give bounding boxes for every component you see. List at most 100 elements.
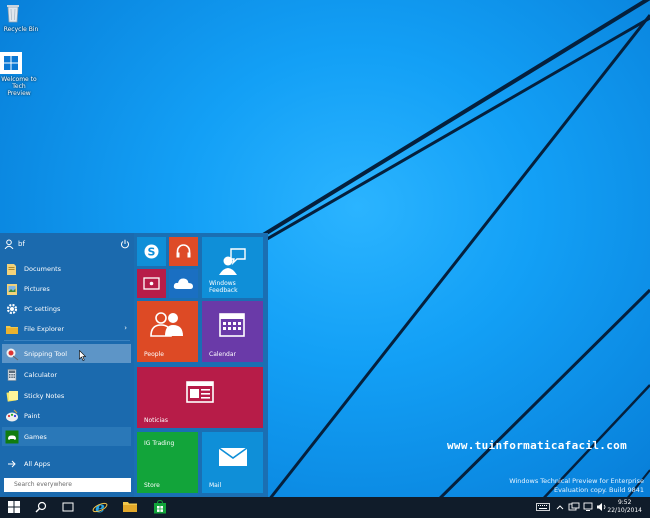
tile-people[interactable]: People bbox=[137, 301, 198, 362]
tile-calendar[interactable]: Calendar bbox=[202, 301, 263, 362]
tile-noticias[interactable]: Noticias bbox=[137, 367, 263, 428]
all-apps-button[interactable]: All Apps bbox=[2, 454, 131, 473]
video-icon bbox=[142, 275, 161, 294]
svg-text:S: S bbox=[148, 246, 156, 259]
documents-folder-icon bbox=[5, 262, 19, 276]
people-icon bbox=[149, 311, 185, 339]
onedrive-icon bbox=[173, 277, 194, 292]
start-item-snipping-tool[interactable]: Snipping Tool bbox=[2, 344, 131, 363]
start-item-label: Paint bbox=[24, 411, 41, 420]
start-item-label: Documents bbox=[24, 264, 62, 273]
tile-label: People bbox=[144, 351, 164, 358]
chevron-right-icon[interactable]: › bbox=[124, 324, 127, 332]
keyboard-icon[interactable] bbox=[536, 502, 550, 512]
desktop-icon-label: Recycle Bin bbox=[3, 26, 39, 33]
tile-onedrive[interactable] bbox=[169, 269, 198, 298]
search-placeholder: Search everywhere bbox=[14, 481, 72, 488]
tile-windows-feedback[interactable]: Windows Feedback bbox=[202, 237, 263, 298]
action-center-flag-icon[interactable] bbox=[568, 502, 580, 512]
tile-video[interactable] bbox=[137, 269, 166, 298]
windows-logo-icon bbox=[0, 52, 30, 74]
start-item-file-explorer[interactable]: File Explorer › bbox=[2, 319, 131, 338]
start-item-label: Snipping Tool bbox=[24, 349, 68, 358]
store-bag-icon bbox=[153, 499, 167, 516]
volume-icon[interactable] bbox=[596, 502, 608, 512]
menu-divider bbox=[4, 340, 130, 341]
tile-skype[interactable]: S bbox=[137, 237, 166, 266]
desktop-icon-recycle-bin[interactable]: Recycle Bin bbox=[2, 2, 40, 33]
pictures-folder-icon bbox=[5, 282, 19, 296]
start-item-label: File Explorer bbox=[24, 324, 65, 333]
svg-text:e: e bbox=[95, 499, 105, 515]
clock[interactable]: 9:52 22/10/2014 bbox=[607, 499, 642, 515]
tile-label: Mail bbox=[209, 482, 222, 489]
start-item-pc-settings[interactable]: PC settings bbox=[2, 299, 131, 318]
start-item-games[interactable]: Games bbox=[2, 427, 131, 446]
all-apps-label: All Apps bbox=[24, 459, 51, 468]
search-button[interactable] bbox=[29, 497, 53, 518]
tile-top-label: IG Trading bbox=[144, 440, 175, 447]
start-button[interactable] bbox=[2, 497, 26, 518]
taskbar: e 9:52 22/10/2014 bbox=[0, 497, 650, 518]
recycle-bin-icon bbox=[7, 2, 32, 24]
start-item-label: PC settings bbox=[24, 304, 61, 313]
start-item-documents[interactable]: Documents bbox=[2, 259, 131, 278]
user-name: bf bbox=[18, 240, 25, 248]
task-view-icon bbox=[62, 502, 74, 514]
internet-explorer-icon: e bbox=[92, 498, 108, 517]
file-explorer-button[interactable] bbox=[118, 497, 142, 518]
tile-music[interactable] bbox=[169, 237, 198, 266]
power-icon[interactable] bbox=[120, 239, 130, 249]
network-icon[interactable] bbox=[582, 502, 594, 512]
start-item-label: Games bbox=[24, 432, 47, 441]
arrow-right-icon bbox=[5, 457, 19, 471]
search-icon bbox=[35, 501, 47, 515]
mail-icon bbox=[218, 447, 248, 469]
start-item-label: Sticky Notes bbox=[24, 391, 65, 400]
news-icon bbox=[186, 381, 214, 405]
tile-label: Noticias bbox=[144, 417, 168, 424]
watermark-url: www.tuinformaticafacil.com bbox=[447, 439, 627, 452]
start-item-sticky-notes[interactable]: Sticky Notes bbox=[2, 386, 131, 405]
tile-store[interactable]: IG Trading Store bbox=[137, 432, 198, 493]
sticky-notes-icon bbox=[5, 389, 19, 403]
user-account[interactable]: bf bbox=[0, 236, 134, 252]
start-item-label: Calculator bbox=[24, 370, 58, 379]
file-explorer-icon bbox=[5, 322, 19, 336]
desktop-icon-welcome[interactable]: Welcome to Tech Preview bbox=[0, 52, 38, 97]
watermark-build: Evaluation copy. Build 9841 bbox=[553, 486, 644, 494]
start-item-label: Pictures bbox=[24, 284, 50, 293]
task-view-button[interactable] bbox=[56, 497, 80, 518]
store-button[interactable] bbox=[148, 497, 172, 518]
gear-icon bbox=[5, 302, 19, 316]
start-item-calculator[interactable]: Calculator bbox=[2, 365, 131, 384]
tile-label: Calendar bbox=[209, 351, 236, 358]
build-watermark: Windows Technical Preview for Enterprise… bbox=[509, 477, 644, 495]
start-item-paint[interactable]: Paint bbox=[2, 406, 131, 425]
start-menu: bf Documents Pictures PC settings File E… bbox=[0, 233, 268, 497]
watermark-edition: Windows Technical Preview for Enterprise bbox=[509, 477, 644, 485]
windows-logo-icon bbox=[8, 500, 20, 515]
calendar-icon bbox=[219, 313, 245, 339]
user-avatar-icon bbox=[4, 239, 14, 250]
show-hidden-icons-icon[interactable] bbox=[556, 502, 564, 512]
clock-date: 22/10/2014 bbox=[607, 507, 642, 514]
calculator-icon bbox=[5, 368, 19, 382]
internet-explorer-button[interactable]: e bbox=[88, 497, 112, 518]
headphones-icon bbox=[174, 242, 193, 263]
mouse-cursor-icon bbox=[79, 349, 87, 363]
file-explorer-icon bbox=[122, 500, 138, 515]
tile-mail[interactable]: Mail bbox=[202, 432, 263, 493]
start-menu-app-list: bf Documents Pictures PC settings File E… bbox=[0, 233, 134, 497]
search-input[interactable]: Search everywhere bbox=[4, 478, 131, 492]
feedback-icon bbox=[217, 247, 247, 277]
clock-time: 9:52 bbox=[617, 499, 632, 506]
start-item-pictures[interactable]: Pictures bbox=[2, 279, 131, 298]
scissors-icon bbox=[5, 347, 19, 361]
desktop-icon-label: Welcome to Tech Preview bbox=[1, 76, 37, 97]
gamepad-icon bbox=[5, 430, 19, 444]
skype-icon: S bbox=[142, 242, 161, 263]
tile-label: Store bbox=[144, 482, 160, 489]
paint-palette-icon bbox=[5, 409, 19, 423]
tile-label: Windows Feedback bbox=[209, 280, 238, 294]
